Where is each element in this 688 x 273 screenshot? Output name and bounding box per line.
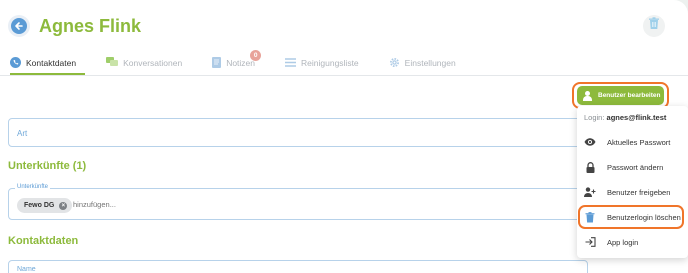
- user-actions-menu: Login: agnes@flink.test Aktuelles Passwo…: [577, 106, 688, 258]
- menu-item-label: App login: [607, 237, 639, 247]
- tab-konversationen[interactable]: Konversationen: [106, 52, 182, 74]
- note-icon: [212, 56, 222, 70]
- chat-icon: [106, 57, 119, 69]
- page-title: Agnes Flink: [39, 16, 142, 36]
- login-prefix: Login:: [584, 113, 605, 122]
- gear-icon: [389, 57, 400, 70]
- tab-divider: [0, 75, 688, 76]
- delete-login-highlight: [578, 205, 684, 229]
- tab-bar: Kontaktdaten Konversationen Notizen 0 Re…: [10, 50, 486, 74]
- tab-einstellungen[interactable]: Einstellungen: [389, 52, 456, 74]
- unterkunft-chip: Fewo DG ×: [17, 198, 73, 213]
- tab-label: Einstellungen: [404, 58, 456, 68]
- unterkuenfte-add-input[interactable]: [73, 200, 273, 209]
- menu-item-label: Benutzer freigeben: [607, 187, 671, 197]
- menu-item-aktuelles-passwort[interactable]: Aktuelles Passwort: [584, 134, 684, 150]
- menu-item-passwort-aendern[interactable]: Passwort ändern: [584, 159, 684, 175]
- chip-label: Fewo DG: [24, 202, 55, 209]
- eye-icon: [584, 136, 596, 148]
- art-label: Art: [17, 129, 28, 138]
- trash-icon: [648, 17, 660, 35]
- unterkuenfte-field[interactable]: Unterkünfte Fewo DG ×: [8, 184, 588, 220]
- menu-item-label: Passwort ändern: [607, 162, 664, 172]
- delete-user-button[interactable]: [643, 15, 665, 37]
- art-field[interactable]: Art: [8, 118, 588, 147]
- tab-label: Konversationen: [123, 58, 183, 68]
- tab-reinigungsliste[interactable]: Reinigungsliste: [285, 52, 359, 74]
- unterkuenfte-section-title: Unterkünfte (1): [8, 160, 87, 172]
- tab-notizen[interactable]: Notizen 0: [212, 50, 262, 74]
- name-label: Name: [17, 266, 36, 273]
- login-email: agnes@flink.test: [606, 113, 667, 122]
- lock-icon: [584, 161, 596, 173]
- tab-label: Notizen: [226, 58, 256, 68]
- edit-user-button[interactable]: Benutzer bearbeiten: [577, 86, 664, 105]
- phone-icon: [10, 56, 21, 70]
- login-icon: [584, 236, 596, 248]
- notes-count-badge: 0: [250, 50, 262, 61]
- name-field[interactable]: Name: [8, 260, 588, 273]
- list-icon: [285, 57, 297, 69]
- login-info: Login: agnes@flink.test: [584, 113, 666, 122]
- menu-item-app-login[interactable]: App login: [584, 234, 684, 250]
- unterkuenfte-legend: Unterkünfte: [15, 184, 51, 190]
- tab-label: Kontaktdaten: [26, 58, 77, 68]
- back-button[interactable]: [8, 15, 30, 37]
- chip-remove-icon[interactable]: ×: [59, 201, 68, 210]
- user-icon: [583, 90, 592, 101]
- menu-item-label: Aktuelles Passwort: [607, 137, 671, 147]
- person-add-icon: [584, 186, 596, 198]
- tab-label: Reinigungsliste: [301, 58, 359, 68]
- back-arrow-icon: [11, 18, 27, 34]
- tab-kontaktdaten[interactable]: Kontaktdaten: [10, 52, 76, 74]
- kontaktdaten-section-title: Kontaktdaten: [8, 235, 79, 247]
- edit-user-label: Benutzer bearbeiten: [598, 92, 661, 99]
- menu-item-benutzer-freigeben[interactable]: Benutzer freigeben: [584, 184, 684, 200]
